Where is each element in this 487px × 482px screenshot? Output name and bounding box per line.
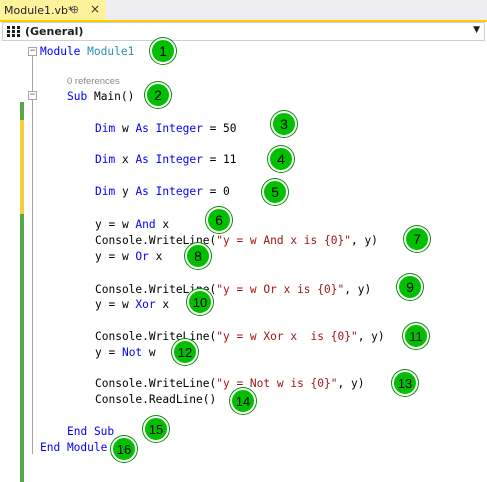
code-line-2: Sub Main() [67,90,135,103]
code-line-15: End Sub [67,425,115,438]
collapse-module-icon[interactable]: − [28,47,37,56]
callout-badge-13: 13 [392,370,418,396]
callout-badge-4: 4 [268,146,294,172]
callout-badge-16: 16 [111,436,137,462]
code-line-3: Dim w As Integer = 50 [95,122,237,135]
change-bar-unsaved [20,120,24,214]
code-editor[interactable]: − − Module Module1 0 references Sub Main… [0,38,487,482]
member-dropdown[interactable]: (General) ▼ [2,22,485,41]
callout-badge-11: 11 [403,323,429,349]
callout-badge-14: 14 [230,388,256,414]
chevron-down-icon[interactable]: ▼ [473,25,480,35]
codelens-references[interactable]: 0 references [67,76,120,87]
code-line-14: Console.ReadLine() [95,393,217,406]
callout-badge-10: 10 [187,289,213,315]
code-line-16: End Module [40,441,108,454]
outline-guide [32,54,33,454]
callout-badge-2: 2 [145,82,171,108]
module-grid-icon [7,25,21,38]
code-line-12: y = Not w [95,346,156,359]
callout-badge-1: 1 [150,38,176,64]
change-bar-saved [20,102,24,120]
code-line-1: Module Module1 [40,45,135,58]
code-line-11: Console.WriteLine("y = w Xor x is {0}", … [95,330,385,343]
callout-badge-15: 15 [143,416,169,442]
document-tab-strip: Module1.vb* ⊕ × [0,0,487,22]
code-line-5: Dim y As Integer = 0 [95,185,230,198]
callout-badge-6: 6 [206,207,232,233]
callout-badge-12: 12 [172,339,198,365]
collapse-sub-icon[interactable]: − [28,91,37,100]
change-bar-saved [20,214,24,482]
code-line-6: y = w And x [95,218,170,231]
close-icon[interactable]: × [90,2,100,16]
code-line-7: Console.WriteLine("y = w And x is {0}", … [95,234,378,247]
code-line-8: y = w Or x [95,250,163,263]
callout-badge-9: 9 [397,274,423,300]
callout-badge-8: 8 [185,243,211,269]
code-line-4: Dim x As Integer = 11 [95,153,237,166]
callout-badge-5: 5 [262,179,288,205]
pin-icon[interactable]: ⊕ [70,3,79,16]
tab-title: Module1.vb* [4,3,74,17]
tab-module1[interactable]: Module1.vb* ⊕ × [0,0,106,20]
dropdown-value: (General) [25,25,84,38]
code-line-13: Console.WriteLine("y = Not w is {0}", y) [95,377,365,390]
callout-badge-3: 3 [271,111,297,137]
callout-badge-7: 7 [404,226,430,252]
code-line-9: Console.WriteLine("y = w Or x is {0}", y… [95,283,372,296]
code-line-10: y = w Xor x [95,298,170,311]
